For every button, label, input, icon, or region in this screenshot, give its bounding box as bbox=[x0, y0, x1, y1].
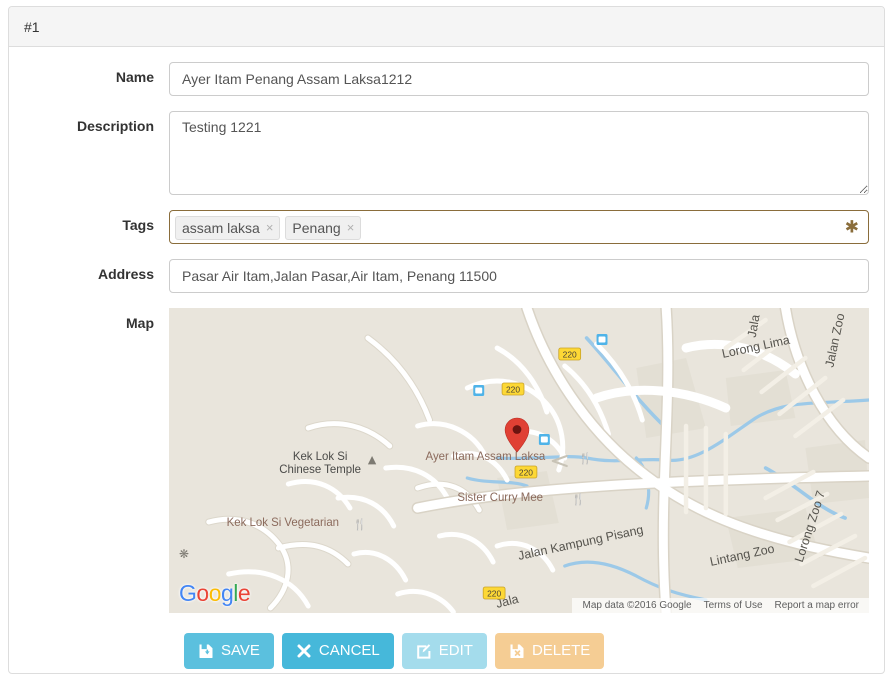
report-map-error-link[interactable]: Report a map error bbox=[769, 600, 865, 611]
tag-remove-icon[interactable]: × bbox=[266, 221, 274, 234]
svg-text:🍴: 🍴 bbox=[353, 518, 367, 531]
edit-button[interactable]: EDIT bbox=[401, 633, 487, 669]
tag-label: assam laksa bbox=[182, 219, 260, 236]
panel-title: #1 bbox=[24, 19, 40, 35]
description-label: Description bbox=[76, 118, 154, 134]
close-icon bbox=[296, 643, 312, 659]
edit-icon bbox=[416, 643, 432, 659]
form-row-name: Name bbox=[24, 62, 869, 96]
map-canvas[interactable]: Kek Lok Si Chinese Temple Ayer Itam Assa… bbox=[169, 308, 869, 613]
address-label: Address bbox=[97, 266, 154, 282]
panel-body: Name Description Testing 1221 Tags assam… bbox=[9, 47, 884, 673]
map-attribution: Map data ©2016 Google Terms of Use Repor… bbox=[572, 598, 869, 613]
terms-of-use-link[interactable]: Terms of Use bbox=[698, 600, 769, 611]
svg-text:220: 220 bbox=[506, 384, 520, 394]
edit-button-label: EDIT bbox=[438, 642, 473, 659]
svg-text:Chinese Temple: Chinese Temple bbox=[279, 464, 361, 476]
tag-pill[interactable]: Penang × bbox=[285, 215, 362, 240]
form-row-address: Address bbox=[24, 259, 869, 293]
svg-text:Kek Lok Si Vegetarian: Kek Lok Si Vegetarian bbox=[227, 517, 339, 529]
form-row-tags: Tags assam laksa × Penang × ✱ bbox=[24, 210, 869, 244]
save-button-label: SAVE bbox=[221, 642, 260, 659]
form-row-map: Map Kek Lok Si Chinese Temple Ayer Itam … bbox=[24, 308, 869, 613]
svg-text:▲: ▲ bbox=[368, 453, 377, 466]
tags-input[interactable]: assam laksa × Penang × ✱ bbox=[169, 210, 869, 244]
asterisk-icon: ✱ bbox=[844, 217, 859, 237]
cancel-button-label: CANCEL bbox=[318, 642, 380, 659]
svg-text:🍴: 🍴 bbox=[579, 452, 593, 465]
form-row-description: Description Testing 1221 bbox=[24, 111, 869, 195]
description-textarea[interactable]: Testing 1221 bbox=[169, 111, 869, 195]
map-label: Map bbox=[126, 315, 154, 331]
svg-text:Kek Lok Si: Kek Lok Si bbox=[293, 451, 348, 463]
delete-button[interactable]: DELETE bbox=[494, 633, 605, 669]
svg-text:220: 220 bbox=[563, 349, 577, 359]
name-label: Name bbox=[115, 69, 154, 85]
tags-label: Tags bbox=[122, 217, 154, 233]
map-data-text: Map data ©2016 Google bbox=[582, 600, 692, 611]
tag-pill[interactable]: assam laksa × bbox=[175, 215, 281, 240]
svg-text:🍴: 🍴 bbox=[572, 493, 586, 506]
action-button-row: SAVE CANCEL EDIT DELETE bbox=[24, 628, 869, 669]
svg-text:Sister Curry Mee: Sister Curry Mee bbox=[457, 492, 543, 504]
address-input[interactable] bbox=[169, 259, 869, 293]
svg-text:❋: ❋ bbox=[179, 547, 189, 561]
google-logo: Google bbox=[179, 580, 251, 606]
svg-text:220: 220 bbox=[487, 588, 501, 598]
tag-remove-icon[interactable]: × bbox=[347, 221, 355, 234]
save-icon bbox=[198, 643, 214, 659]
svg-text:220: 220 bbox=[519, 467, 533, 477]
tag-label: Penang bbox=[292, 219, 341, 236]
map-vector: Kek Lok Si Chinese Temple Ayer Itam Assa… bbox=[169, 308, 869, 613]
svg-text:Ayer Itam Assam Laksa: Ayer Itam Assam Laksa bbox=[426, 451, 546, 463]
panel-heading: #1 bbox=[9, 7, 884, 47]
delete-button-label: DELETE bbox=[531, 642, 591, 659]
cancel-button[interactable]: CANCEL bbox=[281, 633, 394, 669]
delete-icon bbox=[509, 643, 525, 659]
name-input[interactable] bbox=[169, 62, 869, 96]
save-button[interactable]: SAVE bbox=[184, 633, 274, 669]
entry-panel: #1 Name Description Testing 1221 Tags as… bbox=[8, 6, 885, 674]
